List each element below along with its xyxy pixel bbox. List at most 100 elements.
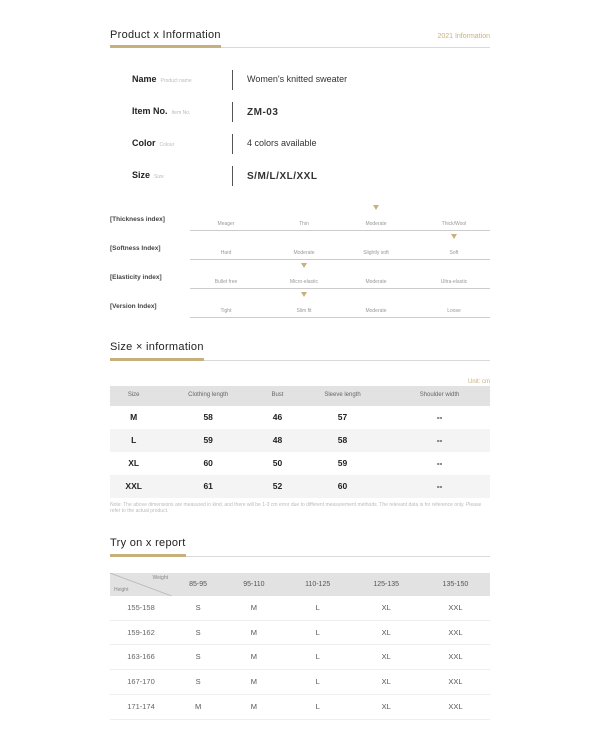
tryon-weight-header: 125-135 [352, 573, 421, 596]
kv-value: ZM-03 [247, 106, 278, 119]
tryon-cell: XXL [421, 645, 490, 670]
size-col-header: Sleeve length [296, 386, 389, 406]
index-row: [Version Index]TightSlim fitModerateLoos… [110, 291, 490, 320]
size-cell: 52 [259, 475, 296, 498]
index-stop: Soft [450, 250, 459, 257]
tryon-cell: XL [352, 645, 421, 670]
tryon-height-label: Height [114, 587, 128, 594]
size-cell: 57 [296, 406, 389, 429]
tryon-table: WeightHeight85-9595-110110-125125-135135… [110, 573, 490, 720]
tryon-weight-header: 135-150 [421, 573, 490, 596]
index-stop: Loose [447, 308, 461, 315]
tryon-cell: L [284, 670, 352, 695]
kv-row: SizeSize S/M/L/XL/XXL [132, 160, 490, 192]
kv-key: NameProduct name [132, 74, 232, 86]
size-cell: -- [389, 429, 490, 452]
index-stop: Slim fit [297, 308, 312, 315]
size-cell: XL [110, 452, 157, 475]
index-stop: Ultra-elastic [441, 279, 467, 286]
tryon-cell: L [284, 694, 352, 719]
size-cell: 50 [259, 452, 296, 475]
product-info-header: Product x Information 2021 Information [110, 28, 490, 48]
size-cell: -- [389, 406, 490, 429]
index-stop: Tight [221, 308, 232, 315]
tryon-height-cell: 171-174 [110, 694, 172, 719]
tryon-cell: M [224, 620, 284, 645]
product-info-title: Product x Information [110, 28, 221, 48]
size-cell: 46 [259, 406, 296, 429]
tryon-cell: M [224, 694, 284, 719]
tryon-cell: L [284, 645, 352, 670]
tryon-header: Try on x report [110, 536, 490, 556]
index-track: MeagerThinModerateThick/Wool [190, 208, 490, 231]
tryon-title: Try on x report [110, 536, 186, 556]
tryon-cell: XXL [421, 620, 490, 645]
index-marker-icon [301, 292, 307, 297]
size-col-header: Shoulder width [389, 386, 490, 406]
size-cell: 59 [157, 429, 259, 452]
size-info-header: Size × information [110, 340, 490, 360]
tryon-weight-label: Weight [153, 575, 168, 582]
index-marker-icon [301, 263, 307, 268]
tryon-cell: XL [352, 596, 421, 620]
kv-row: ColorColour 4 colors available [132, 128, 490, 160]
size-cell: 60 [157, 452, 259, 475]
table-row: XL605059-- [110, 452, 490, 475]
size-cell: 58 [296, 429, 389, 452]
table-row: XXL615260-- [110, 475, 490, 498]
index-stop: Bullet free [215, 279, 238, 286]
tryon-cell: M [172, 694, 224, 719]
table-row: L594858-- [110, 429, 490, 452]
kv-value: S/M/L/XL/XXL [247, 170, 317, 183]
index-track: HardModerateSlightly softSoft [190, 237, 490, 260]
tryon-height-cell: 159-162 [110, 620, 172, 645]
index-row: [Thickness index]MeagerThinModerateThick… [110, 204, 490, 233]
tryon-cell: XXL [421, 670, 490, 695]
table-row: 163-166SMLXLXXL [110, 645, 490, 670]
kv-key: SizeSize [132, 170, 232, 182]
tryon-weight-header: 110-125 [284, 573, 352, 596]
table-row: 167-170SMLXLXXL [110, 670, 490, 695]
tryon-cell: XL [352, 670, 421, 695]
index-row: [Elasticity index]Bullet freeMicro-elast… [110, 262, 490, 291]
tryon-cell: S [172, 596, 224, 620]
size-cell: 59 [296, 452, 389, 475]
size-cell: L [110, 429, 157, 452]
size-col-header: Bust [259, 386, 296, 406]
size-col-header: Clothing length [157, 386, 259, 406]
tryon-weight-header: 95-110 [224, 573, 284, 596]
index-track: Tight Slim fit Moderate Loose [190, 295, 490, 318]
index-stop: Thin [299, 221, 309, 228]
index-track: Bullet free Micro-elastic Moderate Ultra-el… [190, 266, 490, 289]
tryon-cell: L [284, 596, 352, 620]
size-cell: M [110, 406, 157, 429]
table-row: 155-158SMLXLXXL [110, 596, 490, 620]
tryon-height-cell: 167-170 [110, 670, 172, 695]
tryon-cell: S [172, 670, 224, 695]
tryon-cell: XL [352, 620, 421, 645]
size-info-title: Size × information [110, 340, 204, 360]
tryon-height-cell: 163-166 [110, 645, 172, 670]
index-stop: Moderate [365, 308, 386, 315]
index-stop: Thick/Wool [442, 221, 467, 228]
index-label: [Thickness index] [110, 216, 190, 224]
tryon-cell: M [224, 670, 284, 695]
index-marker-icon [451, 234, 457, 239]
index-stop: Hard [221, 250, 232, 257]
index-stop: Moderate [365, 221, 386, 228]
tryon-cell: M [224, 645, 284, 670]
index-stop: Moderate [365, 279, 386, 286]
table-row: M584657-- [110, 406, 490, 429]
kv-key: ColorColour [132, 138, 232, 150]
size-cell: XXL [110, 475, 157, 498]
index-marker-icon [373, 205, 379, 210]
index-stop: Micro-elastic [290, 279, 318, 286]
size-cell: 48 [259, 429, 296, 452]
kv-key: Item No.Item No. [132, 106, 232, 118]
product-info-badge: 2021 Information [437, 32, 490, 41]
size-unit: Unit: cm [468, 379, 490, 387]
kv-value: 4 colors available [247, 138, 317, 150]
index-stop: Slightly soft [363, 250, 389, 257]
size-col-header: Size [110, 386, 157, 406]
tryon-cell: XL [352, 694, 421, 719]
